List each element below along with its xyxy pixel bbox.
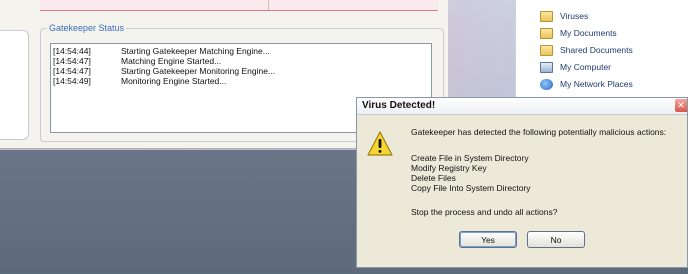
action-item: Copy File Into System Directory xyxy=(411,183,531,193)
log-row: [14:54:49] Monitoring Engine Started... xyxy=(51,77,431,86)
explorer-item-shared-documents[interactable]: Shared Documents xyxy=(540,43,633,57)
action-item: Delete Files xyxy=(411,173,456,183)
log-row: [14:54:47] Starting Gatekeeper Monitorin… xyxy=(51,67,431,76)
explorer-item-label: My Documents xyxy=(560,28,617,38)
explorer-item-my-computer[interactable]: My Computer xyxy=(540,60,611,74)
dialog-message: Gatekeeper has detected the following po… xyxy=(411,127,667,137)
explorer-item-label: My Network Places xyxy=(560,79,633,89)
explorer-item-viruses[interactable]: Viruses xyxy=(540,9,588,23)
explorer-item-my-documents[interactable]: My Documents xyxy=(540,26,617,40)
dialog-question: Stop the process and undo all actions? xyxy=(411,207,558,217)
explorer-item-label: Viruses xyxy=(560,11,589,21)
explorer-places-panel: Viruses My Documents Shared Documents My… xyxy=(515,0,688,98)
warning-icon xyxy=(367,131,393,156)
explorer-item-label: Shared Documents xyxy=(560,45,633,55)
explorer-item-label: My Computer xyxy=(560,62,612,72)
shared-folder-icon xyxy=(540,44,553,56)
close-button[interactable]: ✕ xyxy=(675,99,687,112)
left-side-panel xyxy=(0,30,29,140)
action-item: Create File in System Directory xyxy=(411,153,529,163)
close-icon: ✕ xyxy=(677,100,685,110)
log-message: Monitoring Engine Started... xyxy=(121,76,227,86)
computer-icon xyxy=(540,61,553,73)
action-item: Modify Registry Key xyxy=(411,163,487,173)
detected-actions-list: Create File in System Directory Modify R… xyxy=(411,153,531,193)
divider xyxy=(268,0,269,10)
log-row: [14:54:47] Matching Engine Started... xyxy=(51,57,431,66)
log-message: Starting Gatekeeper Monitoring Engine... xyxy=(121,66,276,76)
explorer-item-my-network-places[interactable]: My Network Places xyxy=(540,77,633,91)
log-time: [14:54:47] xyxy=(53,66,91,76)
documents-folder-icon xyxy=(540,27,553,39)
dialog-title: Virus Detected! xyxy=(362,100,436,111)
log-message: Starting Gatekeeper Matching Engine... xyxy=(121,46,270,56)
folder-icon xyxy=(540,10,553,22)
no-button[interactable]: No xyxy=(527,231,585,248)
log-time: [14:54:49] xyxy=(53,76,91,86)
network-places-icon xyxy=(540,78,553,90)
log-time: [14:54:47] xyxy=(53,56,91,66)
top-panel-strip xyxy=(40,0,438,11)
log-row: [14:54:44] Starting Gatekeeper Matching … xyxy=(51,47,431,56)
virus-detected-dialog: Virus Detected! ✕ Gatekeeper has detecte… xyxy=(356,97,688,268)
log-message: Matching Engine Started... xyxy=(121,56,222,66)
dialog-titlebar[interactable]: Virus Detected! ✕ xyxy=(357,98,687,115)
log-time: [14:54:44] xyxy=(53,46,91,56)
group-title: Gatekeeper Status xyxy=(47,23,127,33)
yes-button[interactable]: Yes xyxy=(459,231,517,248)
